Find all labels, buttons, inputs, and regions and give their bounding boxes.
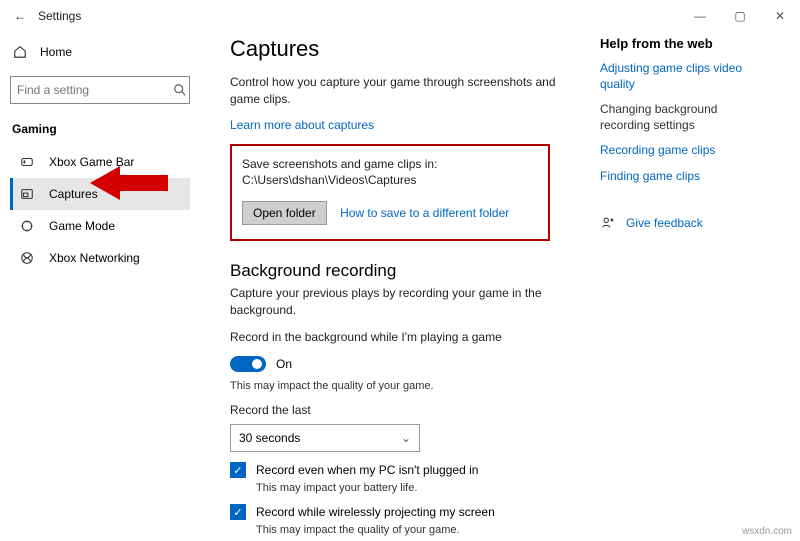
watermark: wsxdn.com xyxy=(742,526,792,537)
help-header: Help from the web xyxy=(600,36,770,51)
help-sidebar: Help from the web Adjusting game clips v… xyxy=(600,36,770,521)
bg-recording-heading: Background recording xyxy=(230,261,570,281)
bg-recording-sub: Capture your previous plays by recording… xyxy=(230,285,570,319)
sidebar-item-label: Xbox Game Bar xyxy=(49,155,134,169)
home-icon xyxy=(12,44,28,60)
help-text-bg: Changing background recording settings xyxy=(600,102,770,133)
search-icon xyxy=(172,82,188,98)
checkbox-not-plugged[interactable]: ✓ xyxy=(230,462,246,478)
back-button[interactable]: ← xyxy=(10,9,30,23)
search-box[interactable] xyxy=(10,76,190,104)
home-button[interactable]: Home xyxy=(10,38,190,66)
sidebar-item-xbox-networking[interactable]: Xbox Networking xyxy=(10,242,190,274)
minimize-button[interactable]: — xyxy=(680,0,720,32)
impact-text-1: This may impact the quality of your game… xyxy=(230,380,570,392)
intro-text: Control how you capture your game throug… xyxy=(230,74,570,108)
record-last-select[interactable]: 30 seconds ⌄ xyxy=(230,424,420,452)
home-label: Home xyxy=(40,45,72,59)
cb1-sub: This may impact your battery life. xyxy=(256,482,570,494)
bg-toggle-label: Record in the background while I'm playi… xyxy=(230,329,570,346)
main-content: Captures Control how you capture your ga… xyxy=(230,36,570,521)
feedback-icon xyxy=(600,215,616,231)
sidebar: Home Gaming Xbox Game Bar Captures Gam xyxy=(0,32,200,541)
gamemode-icon xyxy=(19,218,35,234)
open-folder-button[interactable]: Open folder xyxy=(242,201,327,225)
sidebar-item-captures[interactable]: Captures xyxy=(10,178,190,210)
sidebar-item-label: Game Mode xyxy=(49,219,115,233)
xbox-icon xyxy=(19,250,35,266)
window-controls: — ▢ ✕ xyxy=(680,0,800,32)
give-feedback-link[interactable]: Give feedback xyxy=(600,215,770,231)
bg-record-toggle[interactable] xyxy=(230,356,266,372)
sidebar-item-xbox-game-bar[interactable]: Xbox Game Bar xyxy=(10,146,190,178)
record-last-value: 30 seconds xyxy=(239,431,300,445)
gamebar-icon xyxy=(19,154,35,170)
checkbox-not-plugged-label: Record even when my PC isn't plugged in xyxy=(256,463,478,477)
search-input[interactable] xyxy=(17,83,172,97)
page-title: Captures xyxy=(230,36,570,62)
help-link-finding[interactable]: Finding game clips xyxy=(600,169,770,185)
sidebar-item-label: Xbox Networking xyxy=(49,251,140,265)
different-folder-link[interactable]: How to save to a different folder xyxy=(340,206,509,220)
learn-more-link[interactable]: Learn more about captures xyxy=(230,118,374,132)
help-link-quality[interactable]: Adjusting game clips video quality xyxy=(600,61,770,92)
cb2-sub: This may impact the quality of your game… xyxy=(256,524,570,536)
checkbox-wireless-project[interactable]: ✓ xyxy=(230,504,246,520)
window-title: Settings xyxy=(38,9,81,23)
sidebar-item-label: Captures xyxy=(49,187,98,201)
save-path-text: Save screenshots and game clips in: C:\U… xyxy=(242,156,538,190)
maximize-button[interactable]: ▢ xyxy=(720,0,760,32)
chevron-down-icon: ⌄ xyxy=(401,431,411,445)
close-button[interactable]: ✕ xyxy=(760,0,800,32)
save-location-box: Save screenshots and game clips in: C:\U… xyxy=(230,144,550,242)
help-link-recording[interactable]: Recording game clips xyxy=(600,143,770,159)
captures-icon xyxy=(19,186,35,202)
toggle-state-label: On xyxy=(276,357,292,371)
feedback-label: Give feedback xyxy=(626,216,703,230)
checkbox-wireless-project-label: Record while wirelessly projecting my sc… xyxy=(256,505,495,519)
sidebar-item-game-mode[interactable]: Game Mode xyxy=(10,210,190,242)
record-last-label: Record the last xyxy=(230,402,570,419)
nav-section-header: Gaming xyxy=(12,122,188,136)
